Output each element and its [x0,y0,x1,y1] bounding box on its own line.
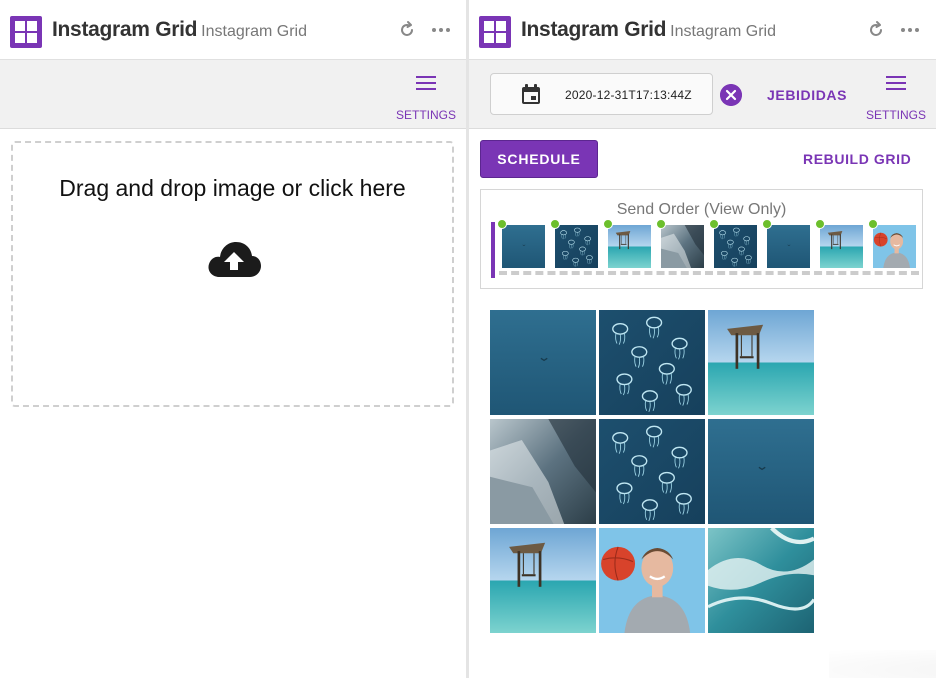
send-order-thumb-cliffs [656,219,704,268]
grid-image-waves[interactable] [708,528,814,633]
grid-image-ocean-bird[interactable] [490,310,596,415]
app-title: Instagram Grid Instagram Grid [52,18,307,42]
hamburger-menu-icon [416,76,436,92]
more-horizontal-icon[interactable] [899,20,921,40]
send-order-thumb-jellyfish [709,219,757,268]
app-title: Instagram Grid Instagram Grid [521,18,776,42]
refresh-icon[interactable] [866,20,886,40]
send-order-thumb-ocean-bird [497,219,545,268]
schedule-date-field[interactable]: 2020-12-31T17:13:44Z [490,73,713,115]
grid-image-man-ball[interactable] [599,528,705,633]
strip-position-marker [491,222,495,278]
hamburger-menu-icon [886,76,906,92]
send-order-thumb-beach-swing [815,219,863,268]
cloud-upload-icon [208,242,261,277]
send-order-strip [491,219,923,278]
status-dot [550,219,560,229]
dropzone-text: Drag and drop image or click here [59,175,406,201]
grid-image-ocean-bird[interactable] [708,419,814,524]
send-order-title: Send Order (View Only) [616,201,787,218]
calendar-icon [522,84,540,104]
instagram-grid [490,310,814,635]
app-subtitle: Instagram Grid [670,23,776,40]
status-dot [868,219,878,229]
grid-image-beach-swing[interactable] [708,310,814,415]
app-title-text: Instagram Grid [52,18,198,41]
grid-logo-icon [479,16,511,48]
rebuild-grid-button[interactable]: REBUILD GRID [803,151,911,167]
grid-logo-icon [10,16,42,48]
close-circle-icon[interactable] [720,84,742,106]
send-order-thumb-jellyfish [550,219,598,268]
send-order-thumb-ocean-bird [762,219,810,268]
left-toolbar: SETTINGS [0,60,466,129]
app-subtitle: Instagram Grid [201,23,307,40]
settings-label: SETTINGS [396,108,457,122]
strip-dashed-line [499,271,919,275]
app-title-text: Instagram Grid [521,18,667,41]
status-dot [709,219,719,229]
grid-image-beach-swing[interactable] [490,528,596,633]
grid-image-jellyfish[interactable] [599,310,705,415]
image-dropzone[interactable]: Drag and drop image or click here [11,141,454,407]
grid-image-jellyfish[interactable] [599,419,705,524]
send-order-panel: Send Order (View Only) [480,189,923,289]
send-order-thumb-man-ball [868,219,916,268]
right-toolbar: 2020-12-31T17:13:44Z JEBIDIDAS SETTINGS [469,60,936,129]
settings-label: SETTINGS [866,108,927,122]
settings-button[interactable]: SETTINGS [866,72,926,122]
more-horizontal-icon[interactable] [430,20,452,40]
status-dot [497,219,507,229]
status-dot [762,219,772,229]
panel-shadow [829,650,936,678]
status-dot [656,219,666,229]
account-username-button[interactable]: JEBIDIDAS [767,87,847,103]
status-dot [815,219,825,229]
date-value: 2020-12-31T17:13:44Z [565,88,692,102]
left-panel: Instagram Grid Instagram Grid SETTINGS Dr… [0,0,466,678]
right-topbar: Instagram Grid Instagram Grid [469,0,936,60]
grid-image-cliffs[interactable] [490,419,596,524]
right-panel: Instagram Grid Instagram Grid 2020-12-31T… [469,0,936,678]
refresh-icon[interactable] [397,20,417,40]
send-order-thumb-beach-swing [603,219,651,268]
status-dot [603,219,613,229]
settings-button[interactable]: SETTINGS [396,72,456,122]
left-topbar: Instagram Grid Instagram Grid [0,0,466,60]
schedule-button[interactable]: SCHEDULE [480,140,598,178]
